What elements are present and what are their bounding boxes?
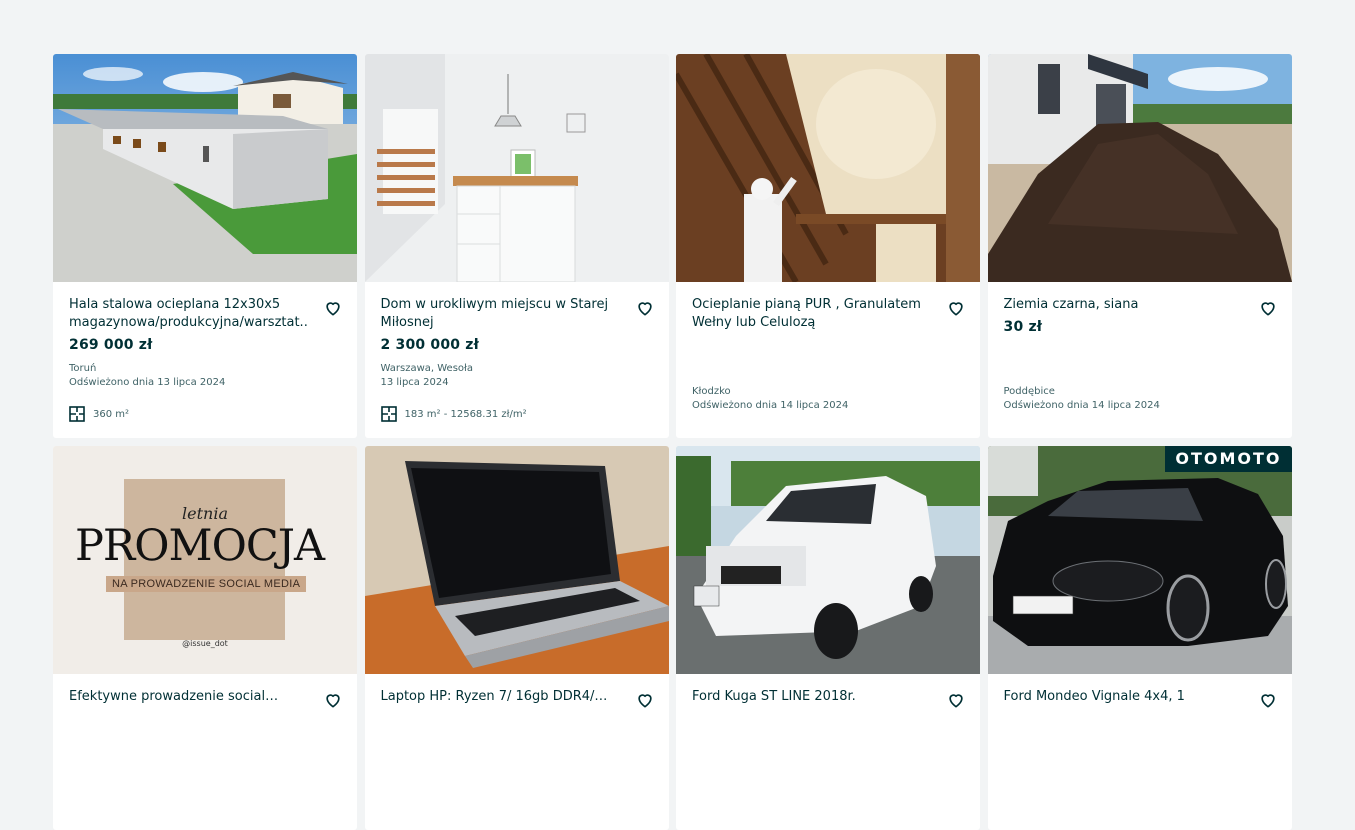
listing-location: Poddębice	[1003, 386, 1055, 397]
listing-title[interactable]: Ocieplanie pianą PUR , Granulatem Wełny …	[692, 296, 932, 332]
listing-photo[interactable]: OTOMOTO	[987, 446, 1292, 674]
listing-price: 2 300 000 zł	[380, 337, 480, 353]
heart-outline-icon[interactable]	[635, 298, 655, 318]
listing-title[interactable]: Ziemia czarna, siana	[1004, 296, 1244, 314]
listing-area-value: 360 m²	[93, 408, 130, 420]
listing-card[interactable]: Hala stalowa ocieplana 12x30x5 magazynow…	[53, 54, 357, 438]
listing-title[interactable]: Hala stalowa ocieplana 12x30x5 magazynow…	[69, 296, 309, 332]
listing-price: 269 000 zł	[69, 337, 153, 353]
otomoto-badge: OTOMOTO	[1165, 446, 1292, 472]
heart-outline-icon[interactable]	[323, 298, 343, 318]
listing-grid: Hala stalowa ocieplana 12x30x5 magazynow…	[53, 54, 1292, 830]
listing-photo[interactable]	[53, 54, 357, 282]
floor-plan-icon	[69, 406, 85, 422]
listing-card[interactable]: Ziemia czarna, siana 30 zł Poddębice Odś…	[987, 54, 1292, 438]
heart-outline-icon[interactable]	[1258, 298, 1278, 318]
listing-card[interactable]: Laptop HP: Ryzen 7/ 16gb DDR4/ 512	[364, 446, 669, 830]
listing-location: Toruń	[69, 363, 97, 374]
listing-photo[interactable]: letnia PROMOCJA NA PROWADZENIE SOCIAL ME…	[53, 446, 357, 674]
listing-area: 183 m² - 12568.31 zł/m²	[380, 406, 527, 422]
listing-location: Kłodzko	[692, 386, 731, 397]
floor-plan-icon	[380, 406, 397, 422]
listing-photo[interactable]	[676, 54, 980, 282]
listing-title[interactable]: Ford Mondeo Vignale 4x4, 1	[1004, 688, 1244, 706]
promo-big-text: PROMOCJA	[75, 521, 325, 571]
listing-card[interactable]: letnia PROMOCJA NA PROWADZENIE SOCIAL ME…	[53, 446, 357, 830]
heart-outline-icon[interactable]	[1258, 690, 1278, 710]
heart-outline-icon[interactable]	[323, 690, 343, 710]
listing-card[interactable]: OTOMOTO Ford Mondeo Vignale 4x4, 1	[987, 446, 1292, 830]
listing-photo[interactable]	[364, 54, 669, 282]
listing-area: 360 m²	[69, 406, 129, 422]
listing-area-value: 183 m² - 12568.31 zł/m²	[404, 408, 527, 420]
listing-date: Odświeżono dnia 14 lipca 2024	[692, 400, 849, 411]
listing-date: Odświeżono dnia 14 lipca 2024	[1003, 400, 1160, 411]
listing-card[interactable]: Ford Kuga ST LINE 2018r.	[676, 446, 980, 830]
listing-photo[interactable]	[364, 446, 669, 674]
listing-photo[interactable]	[987, 54, 1292, 282]
listing-price: 30 zł	[1003, 319, 1043, 335]
listing-date: 13 lipca 2024	[380, 377, 449, 388]
listing-title[interactable]: Efektywne prowadzenie social media	[69, 688, 309, 706]
listing-location: Warszawa, Wesoła	[380, 363, 474, 374]
heart-outline-icon[interactable]	[635, 690, 655, 710]
promo-handle: @issue_dot	[182, 639, 228, 648]
listing-title[interactable]: Dom w urokliwym miejscu w Starej Miłosne…	[381, 296, 621, 332]
heart-outline-icon[interactable]	[946, 690, 966, 710]
listing-card[interactable]: Ocieplanie pianą PUR , Granulatem Wełny …	[676, 54, 980, 438]
heart-outline-icon[interactable]	[946, 298, 966, 318]
listing-date: Odświeżono dnia 13 lipca 2024	[69, 377, 226, 388]
promo-banner: NA PROWADZENIE SOCIAL MEDIA	[106, 576, 307, 592]
listing-title[interactable]: Laptop HP: Ryzen 7/ 16gb DDR4/ 512	[381, 688, 621, 706]
listing-photo[interactable]	[676, 446, 980, 674]
listing-card[interactable]: Dom w urokliwym miejscu w Starej Miłosne…	[364, 54, 669, 438]
listing-title[interactable]: Ford Kuga ST LINE 2018r.	[692, 688, 932, 706]
